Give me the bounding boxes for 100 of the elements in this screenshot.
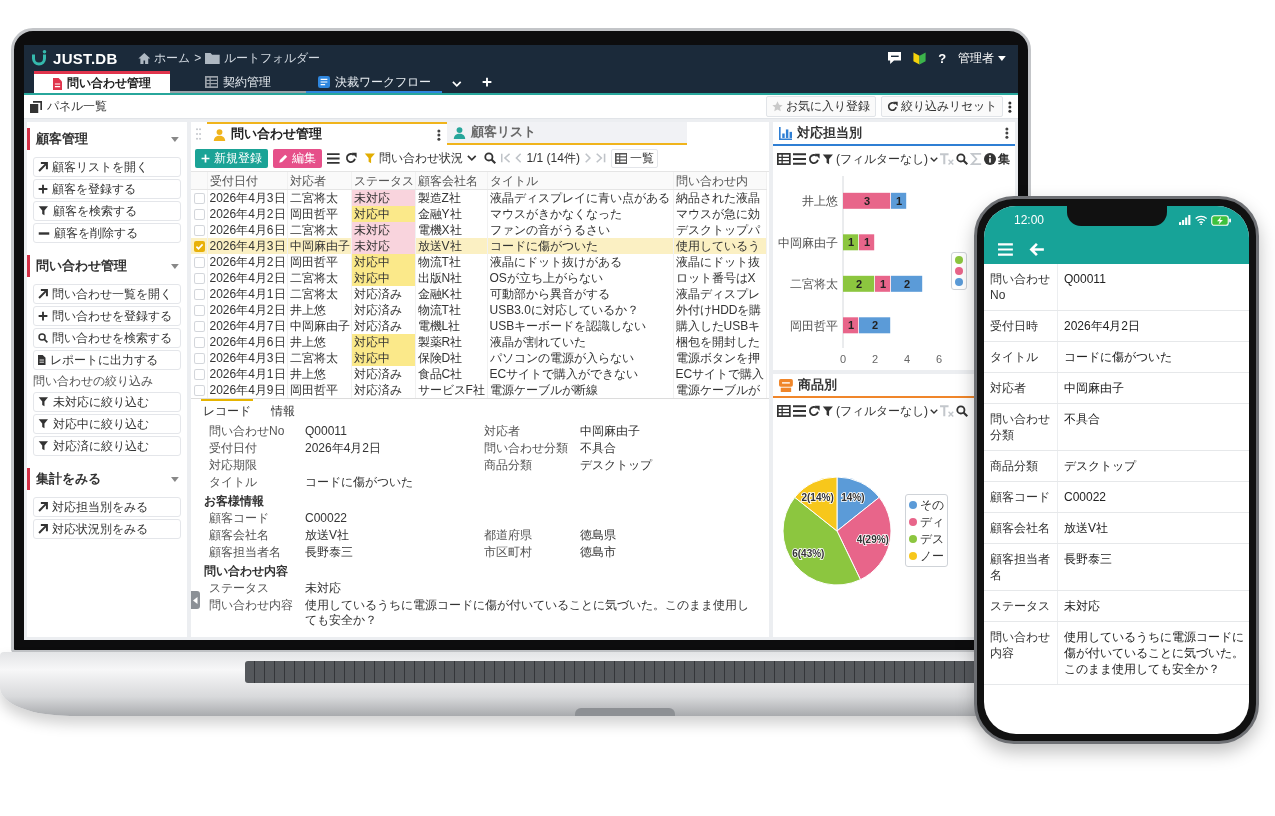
- star-icon: [772, 101, 784, 112]
- row-checkbox[interactable]: [194, 320, 205, 332]
- menu-item[interactable]: 問い合わせを検索する: [33, 328, 181, 348]
- filter-dropdown[interactable]: 問い合わせ状況: [361, 149, 479, 167]
- value-label: 1: [847, 236, 855, 249]
- row-checkbox[interactable]: [194, 224, 205, 236]
- tick-label: 0: [839, 353, 847, 365]
- table-icon[interactable]: [777, 405, 791, 417]
- refresh-icon[interactable]: [808, 405, 821, 417]
- chevron-down-icon[interactable]: [452, 81, 462, 87]
- menu-item[interactable]: 問い合わせ一覧を開く: [33, 284, 181, 304]
- back-icon[interactable]: [1028, 242, 1044, 256]
- row-checkbox[interactable]: [194, 272, 205, 284]
- arrow-icon: [38, 289, 48, 299]
- column-header[interactable]: 顧客会社名: [415, 172, 487, 190]
- row-checkbox[interactable]: [194, 240, 205, 252]
- row-checkbox[interactable]: [194, 384, 205, 396]
- search-icon: [38, 333, 48, 343]
- panel-list-title: パネル一覧: [47, 98, 107, 115]
- column-header[interactable]: ステータス: [351, 172, 415, 190]
- table-cell: 対応済み: [351, 366, 415, 382]
- filter-dropdown[interactable]: (フィルターなし): [822, 402, 939, 420]
- record-tab[interactable]: レコード: [201, 399, 253, 420]
- refresh-icon[interactable]: [344, 152, 357, 164]
- table-cell: 2026年4月3日: [207, 350, 287, 366]
- help-button[interactable]: ?: [938, 50, 947, 66]
- menu-item[interactable]: 対応中に絞り込む: [33, 414, 181, 434]
- record-tab[interactable]: 情報: [269, 399, 297, 420]
- menu-item[interactable]: 対応状況別をみる: [33, 519, 181, 539]
- table-cell: 2026年4月2日: [207, 206, 287, 222]
- search-icon[interactable]: [955, 153, 968, 165]
- menu-item[interactable]: 対応済に絞り込む: [33, 436, 181, 456]
- edit-button[interactable]: 編集: [273, 148, 322, 168]
- row-checkbox[interactable]: [194, 288, 205, 300]
- chat-icon[interactable]: [887, 52, 902, 64]
- more-icon[interactable]: [1008, 100, 1012, 113]
- first-page-icon[interactable]: [500, 153, 511, 163]
- app-tab[interactable]: 契約管理: [170, 73, 306, 93]
- axis-label: 井上悠: [802, 194, 838, 209]
- toolbar-label[interactable]: 集: [997, 150, 1010, 168]
- table-cell: 未対応: [351, 238, 415, 254]
- table-cell: 液晶にドット抜けがある: [487, 254, 673, 270]
- drag-handle-icon[interactable]: [196, 127, 202, 140]
- view-button[interactable]: 一覧: [610, 148, 659, 168]
- row-checkbox[interactable]: [194, 352, 205, 364]
- field-value: コードに傷がついた: [1063, 349, 1173, 366]
- plus-icon[interactable]: [481, 77, 492, 87]
- search-icon[interactable]: [483, 152, 496, 164]
- app-tab[interactable]: 決裁ワークフロー: [306, 73, 442, 93]
- field-value: 中岡麻由子: [1063, 380, 1125, 397]
- section-header[interactable]: 顧客管理: [27, 128, 187, 150]
- prev-page-icon[interactable]: [515, 153, 522, 163]
- menu-icon[interactable]: [327, 152, 340, 164]
- menu-item[interactable]: 顧客リストを開く: [33, 157, 181, 177]
- book-icon[interactable]: [913, 51, 927, 65]
- menu-item[interactable]: 顧客を登録する: [33, 179, 181, 199]
- row-checkbox[interactable]: [194, 304, 205, 316]
- table-cell: 購入したUSBキ: [673, 318, 766, 334]
- filter-dropdown[interactable]: (フィルターなし): [822, 150, 939, 168]
- row-checkbox[interactable]: [194, 208, 205, 220]
- last-page-icon[interactable]: [596, 153, 606, 163]
- menu-item[interactable]: 対応担当別をみる: [33, 497, 181, 517]
- column-header[interactable]: タイトル: [487, 172, 673, 190]
- value-label: 1: [895, 194, 903, 207]
- table-cell: 対応済み: [351, 302, 415, 318]
- row-checkbox[interactable]: [194, 256, 205, 268]
- collapse-button[interactable]: [191, 591, 200, 609]
- menu-item[interactable]: 未対応に絞り込む: [33, 392, 181, 412]
- search-icon[interactable]: [955, 405, 968, 417]
- refresh-icon[interactable]: [808, 153, 821, 165]
- user-menu[interactable]: 管理者: [958, 49, 1006, 67]
- app-tab[interactable]: 問い合わせ管理: [34, 71, 170, 93]
- column-header[interactable]: 問い合わせ内: [673, 172, 766, 190]
- next-page-icon[interactable]: [584, 153, 592, 163]
- breadcrumb-link[interactable]: ホーム: [154, 49, 191, 67]
- row-checkbox[interactable]: [194, 192, 205, 204]
- favorite-button[interactable]: お気に入り登録: [766, 96, 877, 117]
- menu-item[interactable]: 問い合わせを登録する: [33, 306, 181, 326]
- list-icon[interactable]: [792, 153, 807, 165]
- menu-item[interactable]: 顧客を検索する: [33, 201, 181, 221]
- filter-icon: [38, 441, 49, 451]
- menu-item[interactable]: 顧客を削除する: [33, 223, 181, 243]
- more-icon[interactable]: [437, 128, 442, 141]
- table-cell: 可動部から異音がする: [487, 286, 673, 302]
- column-header[interactable]: 受付日付: [207, 172, 287, 190]
- section-header[interactable]: 問い合わせ管理: [27, 255, 187, 277]
- breadcrumb-link[interactable]: ルートフォルダー: [223, 49, 320, 67]
- menu-item[interactable]: レポートに出力する: [33, 350, 181, 370]
- row-checkbox[interactable]: [194, 336, 205, 348]
- reset-filter-button[interactable]: 絞り込みリセット: [881, 96, 1004, 117]
- field-value: 長野泰三: [305, 545, 354, 560]
- panel-tab[interactable]: 顧客リスト: [447, 122, 688, 145]
- table-icon[interactable]: [777, 153, 791, 165]
- list-icon[interactable]: [792, 405, 807, 417]
- section-header[interactable]: 集計をみる: [27, 468, 187, 490]
- info-icon[interactable]: [983, 153, 996, 165]
- value-label: 3: [863, 194, 871, 207]
- row-checkbox[interactable]: [194, 368, 205, 380]
- column-header[interactable]: 対応者: [287, 172, 351, 190]
- more-icon[interactable]: [1005, 127, 1009, 139]
